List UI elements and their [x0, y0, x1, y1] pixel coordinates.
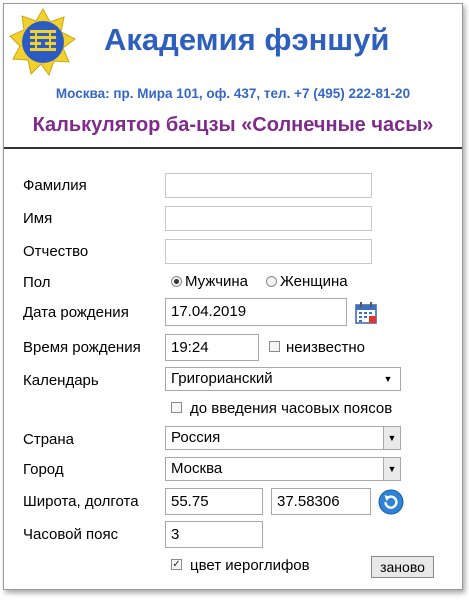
birth-time-label: Время рождения: [23, 339, 141, 356]
longitude-input[interactable]: 37.58306: [271, 488, 371, 515]
calendar-select-value: Григорианский: [171, 370, 273, 387]
glyph-color-label: цвет иероглифов: [190, 557, 310, 574]
time-unknown-checkbox[interactable]: [269, 341, 280, 352]
patronymic-label: Отчество: [23, 243, 89, 260]
academy-logo-icon: [9, 8, 76, 76]
country-select-value: Россия: [171, 429, 221, 446]
birth-time-input[interactable]: 19:24: [165, 334, 259, 361]
coordinates-label: Широта, долгота: [23, 493, 139, 510]
gender-female-radio[interactable]: [266, 276, 277, 287]
surname-input[interactable]: [165, 173, 372, 198]
timezone-input[interactable]: 3: [165, 521, 263, 548]
surname-label: Фамилия: [23, 177, 87, 194]
name-label: Имя: [23, 210, 53, 227]
refresh-icon[interactable]: [378, 489, 404, 515]
gender-label: Пол: [23, 274, 51, 291]
country-select[interactable]: Россия ▼: [165, 426, 401, 450]
reset-button[interactable]: заново: [371, 556, 434, 578]
timezone-label: Часовой пояс: [23, 526, 119, 543]
birth-date-label: Дата рождения: [23, 304, 129, 321]
calendar-label: Календарь: [23, 372, 99, 389]
calendar-icon[interactable]: [355, 301, 379, 325]
city-select[interactable]: Москва ▼: [165, 457, 401, 481]
before-timezones-label: до введения часовых поясов: [190, 400, 393, 417]
city-label: Город: [23, 461, 64, 478]
latitude-input[interactable]: 55.75: [165, 488, 263, 515]
calculator-panel: Академия фэншуй Москва: пр. Мира 101, оф…: [3, 3, 463, 590]
chevron-down-icon: ▼: [383, 458, 400, 480]
name-input[interactable]: [165, 206, 372, 231]
birth-date-input[interactable]: 17.04.2019: [165, 298, 347, 326]
gender-female-label: Женщина: [280, 273, 348, 290]
chevron-down-icon: ▼: [383, 427, 400, 449]
page-title: Академия фэншуй: [104, 22, 390, 57]
city-select-value: Москва: [171, 460, 223, 477]
time-unknown-label: неизвестно: [286, 339, 366, 356]
contact-address: Москва: пр. Мира 101, оф. 437, тел. +7 (…: [55, 86, 411, 101]
gender-male-label: Мужчина: [185, 273, 249, 290]
header-divider: [4, 147, 462, 149]
glyph-color-checkbox[interactable]: ✓: [171, 559, 182, 570]
before-timezones-checkbox[interactable]: [171, 402, 182, 413]
calendar-select[interactable]: Григорианский ▼: [165, 367, 401, 391]
chevron-down-icon: ▼: [383, 374, 393, 384]
calculator-title: Калькулятор ба-цзы «Солнечные часы»: [32, 114, 434, 136]
country-label: Страна: [23, 431, 75, 448]
gender-male-radio[interactable]: [171, 276, 182, 287]
patronymic-input[interactable]: [165, 239, 372, 264]
